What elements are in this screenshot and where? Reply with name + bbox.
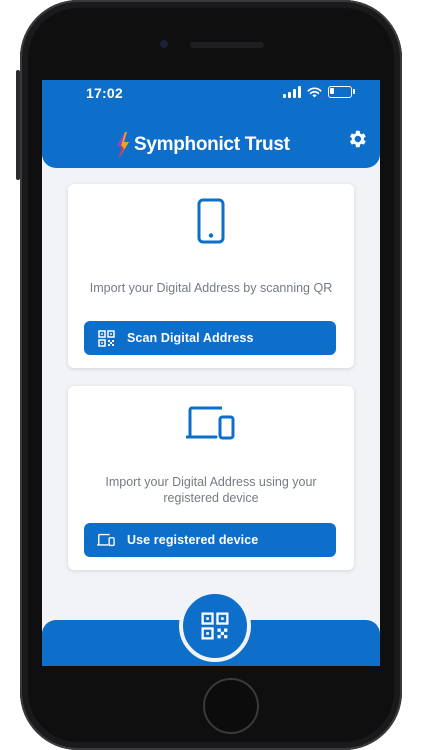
scan-qr-fab[interactable] (179, 590, 251, 662)
use-registered-device-label: Use registered device (127, 533, 259, 547)
brand-name: Symphonict Trust (134, 134, 290, 155)
devices-icon (97, 533, 115, 547)
home-button[interactable] (203, 678, 259, 734)
scan-digital-address-button[interactable]: Scan Digital Address (84, 321, 336, 355)
qr-code-icon (97, 329, 115, 347)
status-icons (283, 86, 355, 98)
scan-qr-description: Import your Digital Address by scanning … (89, 281, 333, 295)
app-screen: 17:02 Symphonict Trust Import your Digit… (42, 80, 380, 666)
status-bar: 17:02 (42, 80, 380, 106)
volume-button (16, 70, 20, 180)
lightning-logo-icon (117, 132, 129, 158)
settings-gear-icon[interactable] (346, 128, 368, 150)
use-registered-device-button[interactable]: Use registered device (84, 523, 336, 557)
wifi-icon (307, 87, 322, 98)
phone-icon (197, 198, 225, 244)
scan-qr-card: Import your Digital Address by scanning … (68, 184, 354, 368)
battery-icon (328, 86, 355, 98)
qr-code-icon (201, 612, 229, 640)
app-header: Symphonict Trust (42, 106, 380, 168)
devices-icon (186, 406, 235, 440)
scan-digital-address-label: Scan Digital Address (127, 331, 254, 345)
front-camera (160, 40, 168, 48)
status-time: 17:02 (86, 85, 123, 101)
earpiece-speaker (190, 42, 264, 48)
cellular-signal-icon (283, 86, 301, 98)
brand-logo: Symphonict Trust (116, 132, 290, 158)
registered-device-card: Import your Digital Address using your r… (68, 386, 354, 570)
registered-device-description: Import your Digital Address using your r… (105, 475, 317, 505)
